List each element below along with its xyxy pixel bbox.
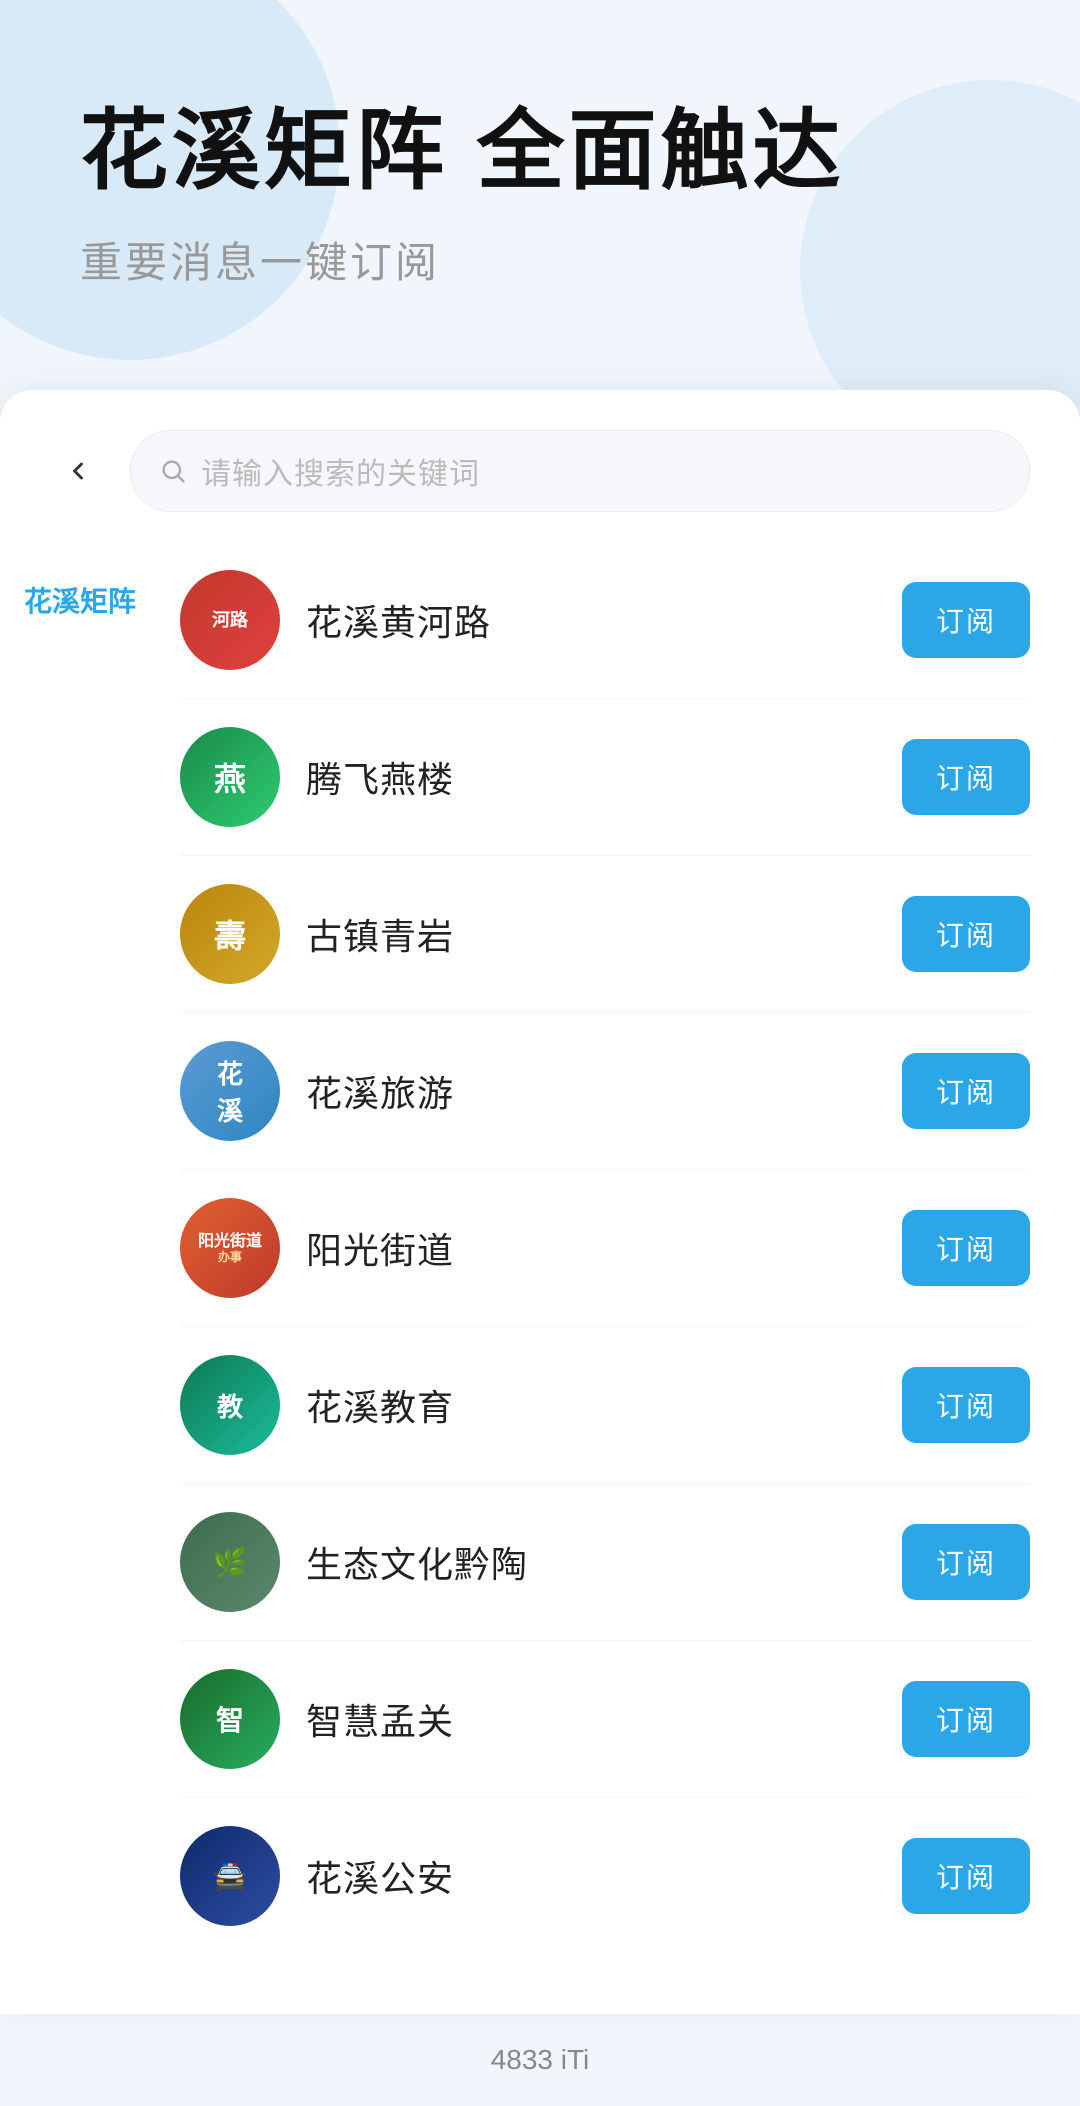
avatar-wrap: 燕 V bbox=[180, 727, 280, 827]
avatar-wrap: 🚔 V bbox=[180, 1826, 280, 1926]
channel-name: 生态文化黔陶 bbox=[306, 1536, 876, 1588]
main-card: 请输入搜索的关键词 花溪矩阵 河路 V 花溪黄河路 订阅 燕 bbox=[0, 390, 1080, 2014]
v-badge: V bbox=[180, 984, 280, 1002]
hero-section: 花溪矩阵 全面触达 重要消息一键订阅 bbox=[0, 0, 1080, 350]
search-bar[interactable]: 请输入搜索的关键词 bbox=[130, 430, 1030, 512]
list-item: 壽 V 古镇青岩 订阅 bbox=[180, 856, 1030, 1013]
avatar: 教 bbox=[180, 1355, 280, 1455]
channel-name: 智慧孟关 bbox=[306, 1693, 876, 1745]
channel-name: 花溪公安 bbox=[306, 1850, 876, 1902]
list-item: 🌿 V 生态文化黔陶 订阅 bbox=[180, 1484, 1030, 1641]
list-item: 教 V 花溪教育 订阅 bbox=[180, 1327, 1030, 1484]
avatar: 阳光街道办事 bbox=[180, 1198, 280, 1298]
subscribe-button[interactable]: 订阅 bbox=[902, 1053, 1030, 1129]
channel-name: 花溪旅游 bbox=[306, 1065, 876, 1117]
subscribe-button[interactable]: 订阅 bbox=[902, 1524, 1030, 1600]
search-row: 请输入搜索的关键词 bbox=[0, 390, 1080, 542]
v-badge: V bbox=[180, 1141, 280, 1159]
channel-name: 阳光街道 bbox=[306, 1222, 876, 1274]
hero-title: 花溪矩阵 全面触达 bbox=[80, 100, 1000, 201]
avatar-wrap: 河路 V bbox=[180, 570, 280, 670]
list-item: 燕 V 腾飞燕楼 订阅 bbox=[180, 699, 1030, 856]
content-area: 花溪矩阵 河路 V 花溪黄河路 订阅 燕 V bbox=[0, 542, 1080, 1954]
subscribe-button[interactable]: 订阅 bbox=[902, 739, 1030, 815]
avatar: 壽 bbox=[180, 884, 280, 984]
v-badge: V bbox=[180, 827, 280, 845]
channel-name: 腾飞燕楼 bbox=[306, 751, 876, 803]
list-item: 河路 V 花溪黄河路 订阅 bbox=[180, 542, 1030, 699]
avatar: 🌿 bbox=[180, 1512, 280, 1612]
v-badge: V bbox=[180, 1455, 280, 1473]
bottom-text: 4833 iTi bbox=[0, 2014, 1080, 2106]
v-badge: V bbox=[180, 1769, 280, 1787]
subscribe-button[interactable]: 订阅 bbox=[902, 1681, 1030, 1757]
search-icon bbox=[159, 457, 187, 485]
channel-name: 古镇青岩 bbox=[306, 908, 876, 960]
avatar-wrap: 花溪 V bbox=[180, 1041, 280, 1141]
v-badge: V bbox=[180, 1926, 280, 1944]
subscribe-button[interactable]: 订阅 bbox=[902, 582, 1030, 658]
avatar: 🚔 bbox=[180, 1826, 280, 1926]
search-placeholder: 请输入搜索的关键词 bbox=[201, 449, 480, 493]
sidebar-item-huaxi[interactable]: 花溪矩阵 bbox=[0, 552, 160, 648]
avatar-wrap: 🌿 V bbox=[180, 1512, 280, 1612]
v-badge: V bbox=[180, 1298, 280, 1316]
sidebar: 花溪矩阵 bbox=[0, 542, 160, 1954]
avatar: 燕 bbox=[180, 727, 280, 827]
avatar: 河路 bbox=[180, 570, 280, 670]
list-item: 花溪 V 花溪旅游 订阅 bbox=[180, 1013, 1030, 1170]
channel-name: 花溪教育 bbox=[306, 1379, 876, 1431]
back-icon bbox=[64, 457, 92, 485]
list-item: 阳光街道办事 V 阳光街道 订阅 bbox=[180, 1170, 1030, 1327]
subscribe-button[interactable]: 订阅 bbox=[902, 1367, 1030, 1443]
avatar: 智 bbox=[180, 1669, 280, 1769]
avatar-wrap: 壽 V bbox=[180, 884, 280, 984]
avatar-wrap: 智 V bbox=[180, 1669, 280, 1769]
list-item: 智 V 智慧孟关 订阅 bbox=[180, 1641, 1030, 1798]
channel-list: 河路 V 花溪黄河路 订阅 燕 V 腾飞燕楼 订阅 bbox=[160, 542, 1080, 1954]
hero-subtitle: 重要消息一键订阅 bbox=[80, 229, 1000, 290]
list-item: 🚔 V 花溪公安 订阅 bbox=[180, 1798, 1030, 1954]
channel-name: 花溪黄河路 bbox=[306, 594, 876, 646]
v-badge: V bbox=[180, 670, 280, 688]
avatar-wrap: 教 V bbox=[180, 1355, 280, 1455]
avatar: 花溪 bbox=[180, 1041, 280, 1141]
subscribe-button[interactable]: 订阅 bbox=[902, 896, 1030, 972]
subscribe-button[interactable]: 订阅 bbox=[902, 1210, 1030, 1286]
subscribe-button[interactable]: 订阅 bbox=[902, 1838, 1030, 1914]
back-button[interactable] bbox=[50, 443, 106, 499]
avatar-wrap: 阳光街道办事 V bbox=[180, 1198, 280, 1298]
v-badge: V bbox=[180, 1612, 280, 1630]
